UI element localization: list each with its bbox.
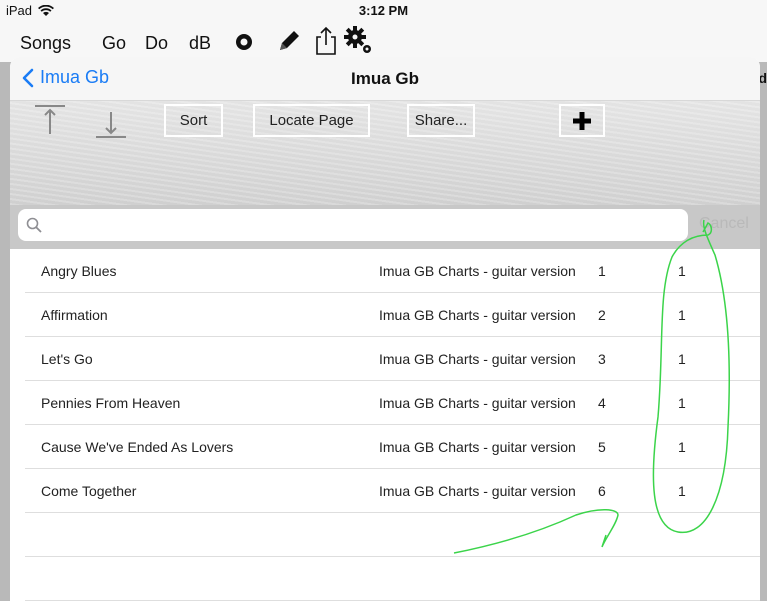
song-number: 5: [598, 439, 606, 455]
song-title: Angry Blues: [41, 263, 117, 279]
song-title: Affirmation: [41, 307, 108, 323]
search-icon: [26, 217, 42, 233]
song-page: 1: [678, 351, 686, 367]
table-row[interactable]: Let's Go Imua GB Charts - guitar version 3…: [25, 337, 760, 381]
empty-row: [25, 557, 760, 601]
locate-page-button[interactable]: Locate Page: [253, 104, 370, 137]
plus-icon: [573, 111, 591, 130]
songlist-sheet: Imua Gb Imua Gb Sort Locate Page Share..…: [10, 57, 760, 601]
song-source: Imua GB Charts - guitar version: [379, 351, 576, 367]
search-field[interactable]: [18, 209, 688, 241]
db-menu[interactable]: dB: [189, 33, 211, 54]
song-page: 1: [678, 263, 686, 279]
song-number: 2: [598, 307, 606, 323]
song-source: Imua GB Charts - guitar version: [379, 263, 576, 279]
song-title: Cause We've Ended As Lovers: [41, 439, 234, 455]
record-icon[interactable]: [234, 32, 254, 57]
arrow-to-bottom-icon: [96, 112, 126, 138]
status-time: 3:12 PM: [358, 3, 409, 18]
table-row[interactable]: Angry Blues Imua GB Charts - guitar versi…: [25, 249, 760, 293]
song-page: 1: [678, 483, 686, 499]
song-number: 3: [598, 351, 606, 367]
song-page: 1: [678, 439, 686, 455]
gear-icon[interactable]: [344, 26, 374, 61]
table-row[interactable]: Pennies From Heaven Imua GB Charts - guit…: [25, 381, 760, 425]
table-row[interactable]: Cause We've Ended As Lovers Imua GB Chart…: [25, 425, 760, 469]
add-button[interactable]: [559, 104, 605, 137]
nav-bar: Imua Gb Imua Gb: [10, 57, 760, 101]
song-page: 1: [678, 307, 686, 323]
song-title: Pennies From Heaven: [41, 395, 181, 411]
song-title: Let's Go: [41, 351, 93, 367]
share-button[interactable]: Share...: [407, 104, 475, 137]
move-top-button[interactable]: [33, 104, 67, 140]
song-number: 6: [598, 483, 606, 499]
song-source: Imua GB Charts - guitar version: [379, 439, 576, 455]
arrow-to-top-icon: [35, 105, 65, 134]
do-menu[interactable]: Do: [145, 33, 168, 54]
song-source: Imua GB Charts - guitar version: [379, 483, 576, 499]
go-menu[interactable]: Go: [102, 33, 126, 54]
share-icon[interactable]: [314, 26, 338, 61]
song-source: Imua GB Charts - guitar version: [379, 307, 576, 323]
song-number: 4: [598, 395, 606, 411]
songs-menu[interactable]: Songs: [20, 33, 71, 54]
song-list: Angry Blues Imua GB Charts - guitar versi…: [10, 249, 760, 601]
song-title: Come Together: [41, 483, 137, 499]
tool-area: Sort Locate Page Share...: [10, 101, 760, 205]
status-bar: iPad 3:12 PM: [0, 0, 767, 22]
sort-button[interactable]: Sort: [164, 104, 223, 137]
move-bottom-button[interactable]: [94, 104, 128, 140]
page-title: Imua Gb: [350, 69, 419, 88]
search-input[interactable]: [48, 213, 678, 237]
table-row[interactable]: Come Together Imua GB Charts - guitar ver…: [25, 469, 760, 513]
app-toolbar: Songs Go Do dB: [0, 22, 767, 62]
song-source: Imua GB Charts - guitar version: [379, 395, 576, 411]
song-number: 1: [598, 263, 606, 279]
song-page: 1: [678, 395, 686, 411]
cancel-button[interactable]: Cancel: [699, 215, 749, 233]
search-bar: Cancel: [10, 205, 760, 249]
empty-row: [25, 513, 760, 557]
table-row[interactable]: Affirmation Imua GB Charts - guitar versi…: [25, 293, 760, 337]
pencil-icon[interactable]: [276, 28, 302, 59]
